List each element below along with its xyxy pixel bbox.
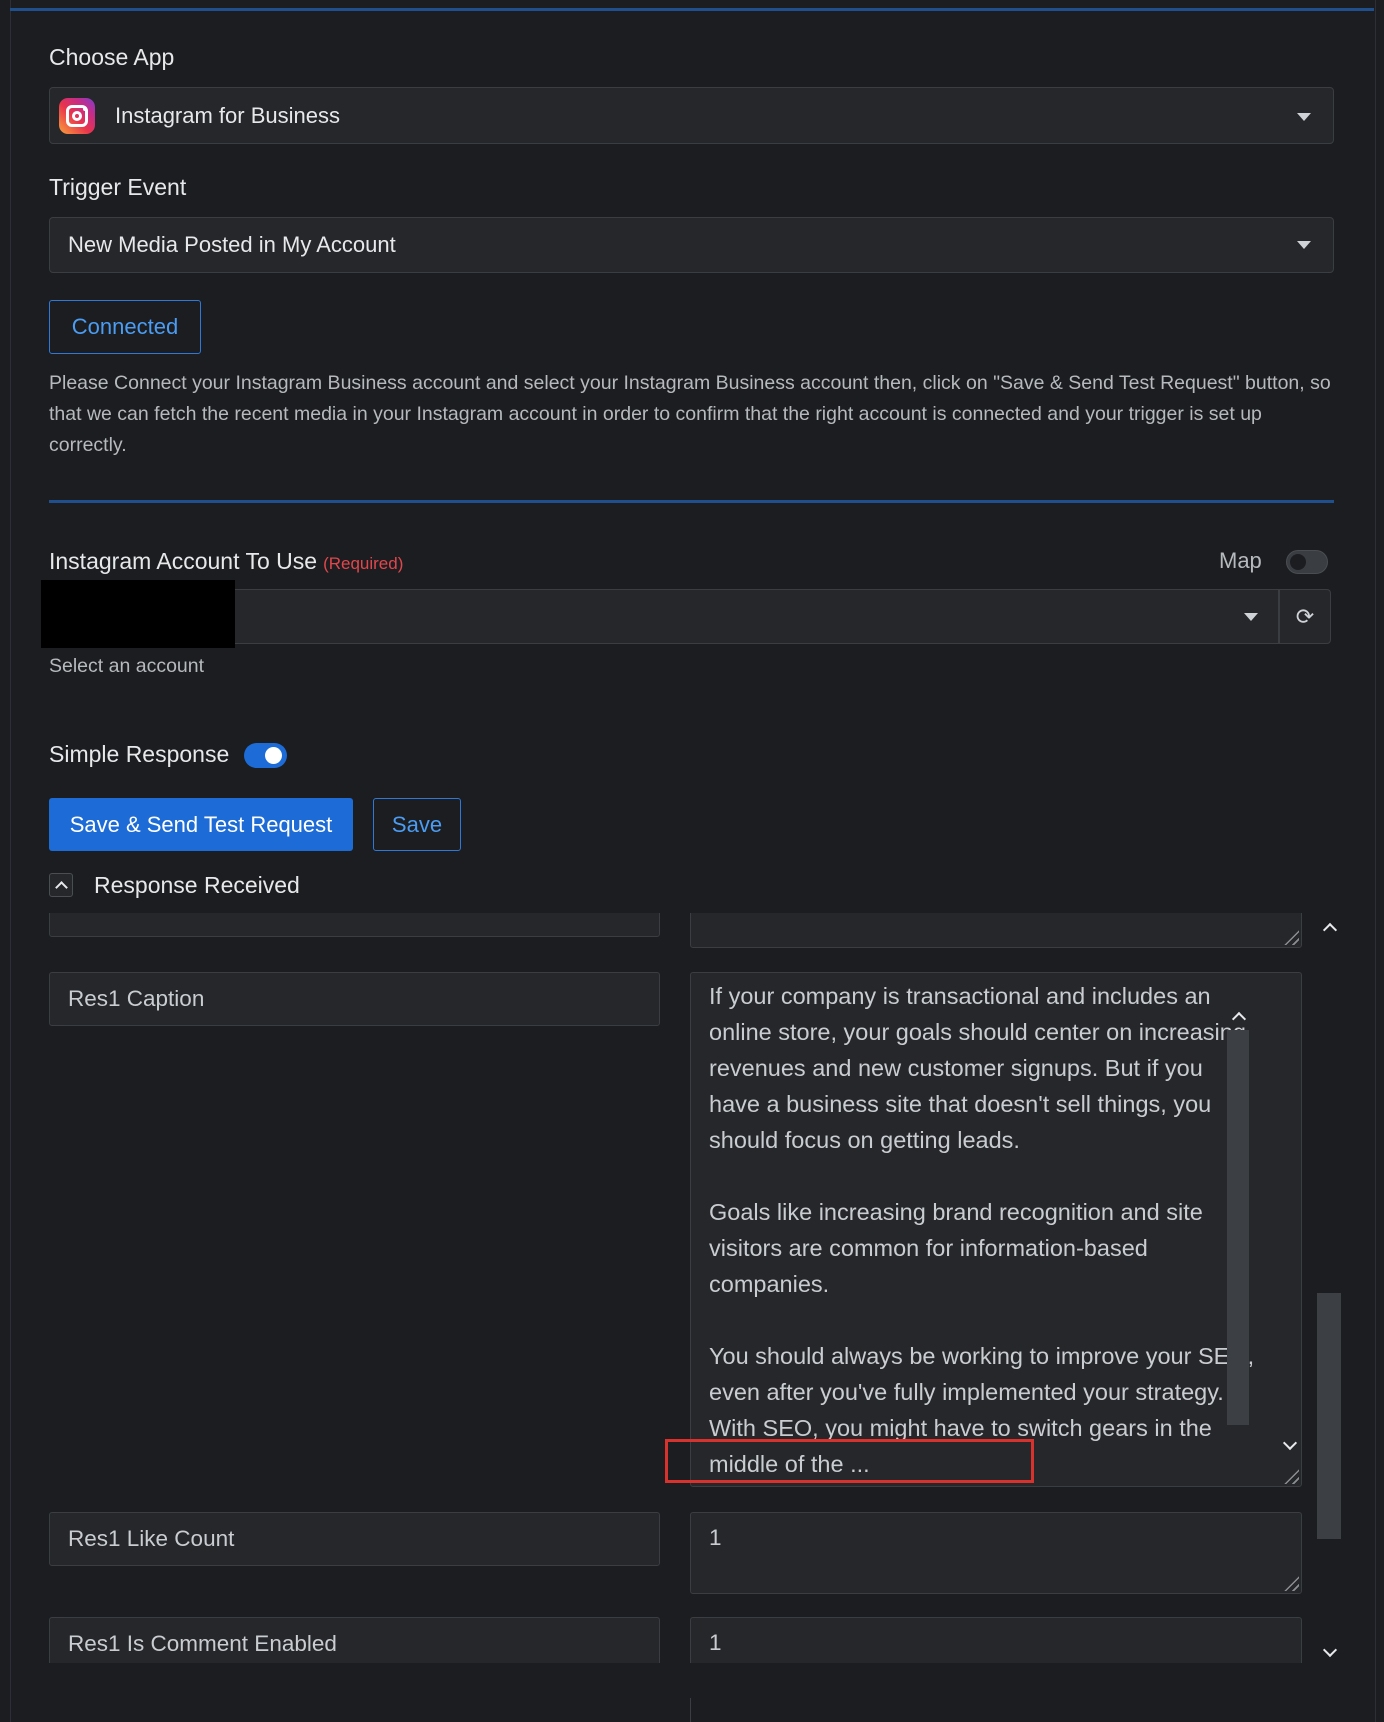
account-label: Instagram Account To Use (Required) xyxy=(49,548,403,575)
scroll-up-icon[interactable] xyxy=(1322,922,1338,938)
response-fields-list: Res1 Caption If your company is transact… xyxy=(49,913,1339,1663)
response-received-header: Response Received xyxy=(94,872,300,898)
connected-button[interactable]: Connected xyxy=(49,300,201,354)
top-divider xyxy=(10,8,1374,11)
simple-response-label: Simple Response xyxy=(49,741,230,767)
field-key: Res1 Is Comment Enabled xyxy=(49,1617,660,1663)
field-key: Res1 Like Count xyxy=(49,1512,660,1566)
chevron-down-icon xyxy=(1297,113,1311,121)
comment-enabled-value: 1 xyxy=(709,1630,722,1655)
scroll-up-icon[interactable] xyxy=(1231,1011,1247,1027)
save-button[interactable]: Save xyxy=(373,798,461,851)
choose-app-label: Choose App xyxy=(49,44,175,70)
required-indicator: (Required) xyxy=(323,554,404,573)
field-key: Res1 Caption xyxy=(49,972,660,1026)
response-scrollbar-thumb[interactable] xyxy=(1317,1293,1341,1539)
like-count-textarea[interactable]: 1 xyxy=(690,1512,1302,1594)
app-select-value: Instagram for Business xyxy=(115,102,340,128)
trigger-event-label: Trigger Event xyxy=(49,174,187,200)
map-label: Map xyxy=(1219,548,1262,573)
caption-scrollbar-track[interactable] xyxy=(1227,1030,1249,1425)
comment-enabled-textarea[interactable]: 1 xyxy=(690,1617,1302,1663)
response-scrollbar[interactable] xyxy=(1317,913,1342,1663)
caption-scrollbar[interactable] xyxy=(1227,1010,1249,1425)
caption-value-textarea[interactable]: If your company is transactional and inc… xyxy=(690,972,1302,1487)
save-send-test-button[interactable]: Save & Send Test Request xyxy=(49,798,353,851)
highlight-box xyxy=(665,1439,1034,1483)
scroll-down-icon[interactable] xyxy=(1322,1642,1338,1658)
like-count-value: 1 xyxy=(709,1525,722,1550)
trigger-event-select[interactable]: New Media Posted in My Account xyxy=(49,217,1334,273)
chevron-down-icon xyxy=(1297,241,1311,249)
account-label-text: Instagram Account To Use xyxy=(49,548,318,574)
account-hint: Select an account xyxy=(49,655,205,677)
app-select[interactable]: Instagram for Business xyxy=(49,87,1334,144)
simple-response-toggle[interactable] xyxy=(244,743,287,768)
field-value-partial xyxy=(690,913,1302,948)
connection-help-text: Please Connect your Instagram Business a… xyxy=(49,372,1331,456)
field-key-partial xyxy=(49,913,660,937)
section-divider xyxy=(49,500,1334,503)
redacted-account-value xyxy=(41,580,235,648)
instagram-icon xyxy=(59,98,95,134)
refresh-accounts-button[interactable]: ⟳ xyxy=(1279,589,1331,644)
caption-value-text: If your company is transactional and inc… xyxy=(709,983,1254,1477)
refresh-icon: ⟳ xyxy=(1295,603,1315,629)
bottom-divider xyxy=(690,1698,691,1722)
collapse-icon[interactable] xyxy=(49,873,73,897)
trigger-event-value: New Media Posted in My Account xyxy=(68,232,396,257)
chevron-down-icon xyxy=(1244,613,1258,621)
map-toggle[interactable] xyxy=(1286,550,1328,574)
